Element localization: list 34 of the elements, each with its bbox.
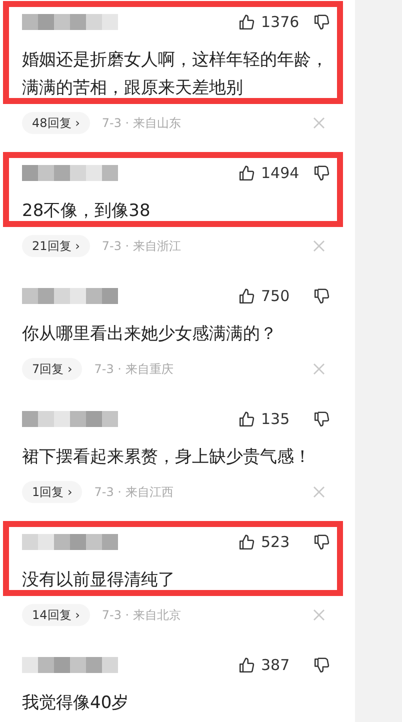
like-count: 1376 [261,13,300,31]
thumbs-down-icon[interactable] [313,288,330,304]
like-count: 523 [261,533,291,551]
thumbs-down-icon[interactable] [313,656,330,674]
thumbs-up-icon[interactable] [238,164,255,182]
comment-text: 婚姻还是折磨女人啊，这样年轻的年龄，满满的苦相，跟原来天差地别 [22,49,329,100]
replies-button[interactable]: 21回复 › [22,235,90,257]
like-count: 387 [261,656,291,674]
comment-meta: 7-3 · 来自北京 [102,606,181,624]
comment-meta: 7-3 · 来自江西 [94,484,174,500]
thumbs-down-icon[interactable] [313,534,330,550]
thumbs-up-icon[interactable] [238,14,255,30]
thumbs-down-icon[interactable] [313,164,330,182]
comment-meta: 7-3 · 来自浙江 [102,238,181,254]
comment-text: 没有以前显得清纯了 [22,569,176,592]
replies-button[interactable]: 48回复 › [22,112,90,134]
thumbs-down-icon[interactable] [313,14,330,30]
thumbs-down-icon[interactable] [313,410,330,428]
comment-text: 你从哪里看出来她少女感满满的？ [22,323,278,346]
thumbs-up-icon[interactable] [238,288,255,304]
comment-meta: 7-3 · 来自山东 [102,114,181,132]
like-count: 750 [261,287,291,305]
replies-button[interactable]: 7回复 › [22,358,82,380]
thumbs-up-icon[interactable] [238,534,255,550]
comment-text: 我觉得像40岁 [22,692,130,715]
like-count: 1494 [261,164,300,182]
like-count: 135 [261,410,291,428]
comment-text: 28不像，到像38 [22,200,152,223]
replies-button[interactable]: 1回复 › [22,481,82,503]
thumbs-up-icon[interactable] [238,410,255,428]
comment-meta: 7-3 · 来自重庆 [94,360,174,378]
comment-text: 裙下摆看起来累赘，身上缺少贵气感！ [22,446,312,469]
thumbs-up-icon[interactable] [238,656,255,674]
replies-button[interactable]: 14回复 › [22,604,90,626]
